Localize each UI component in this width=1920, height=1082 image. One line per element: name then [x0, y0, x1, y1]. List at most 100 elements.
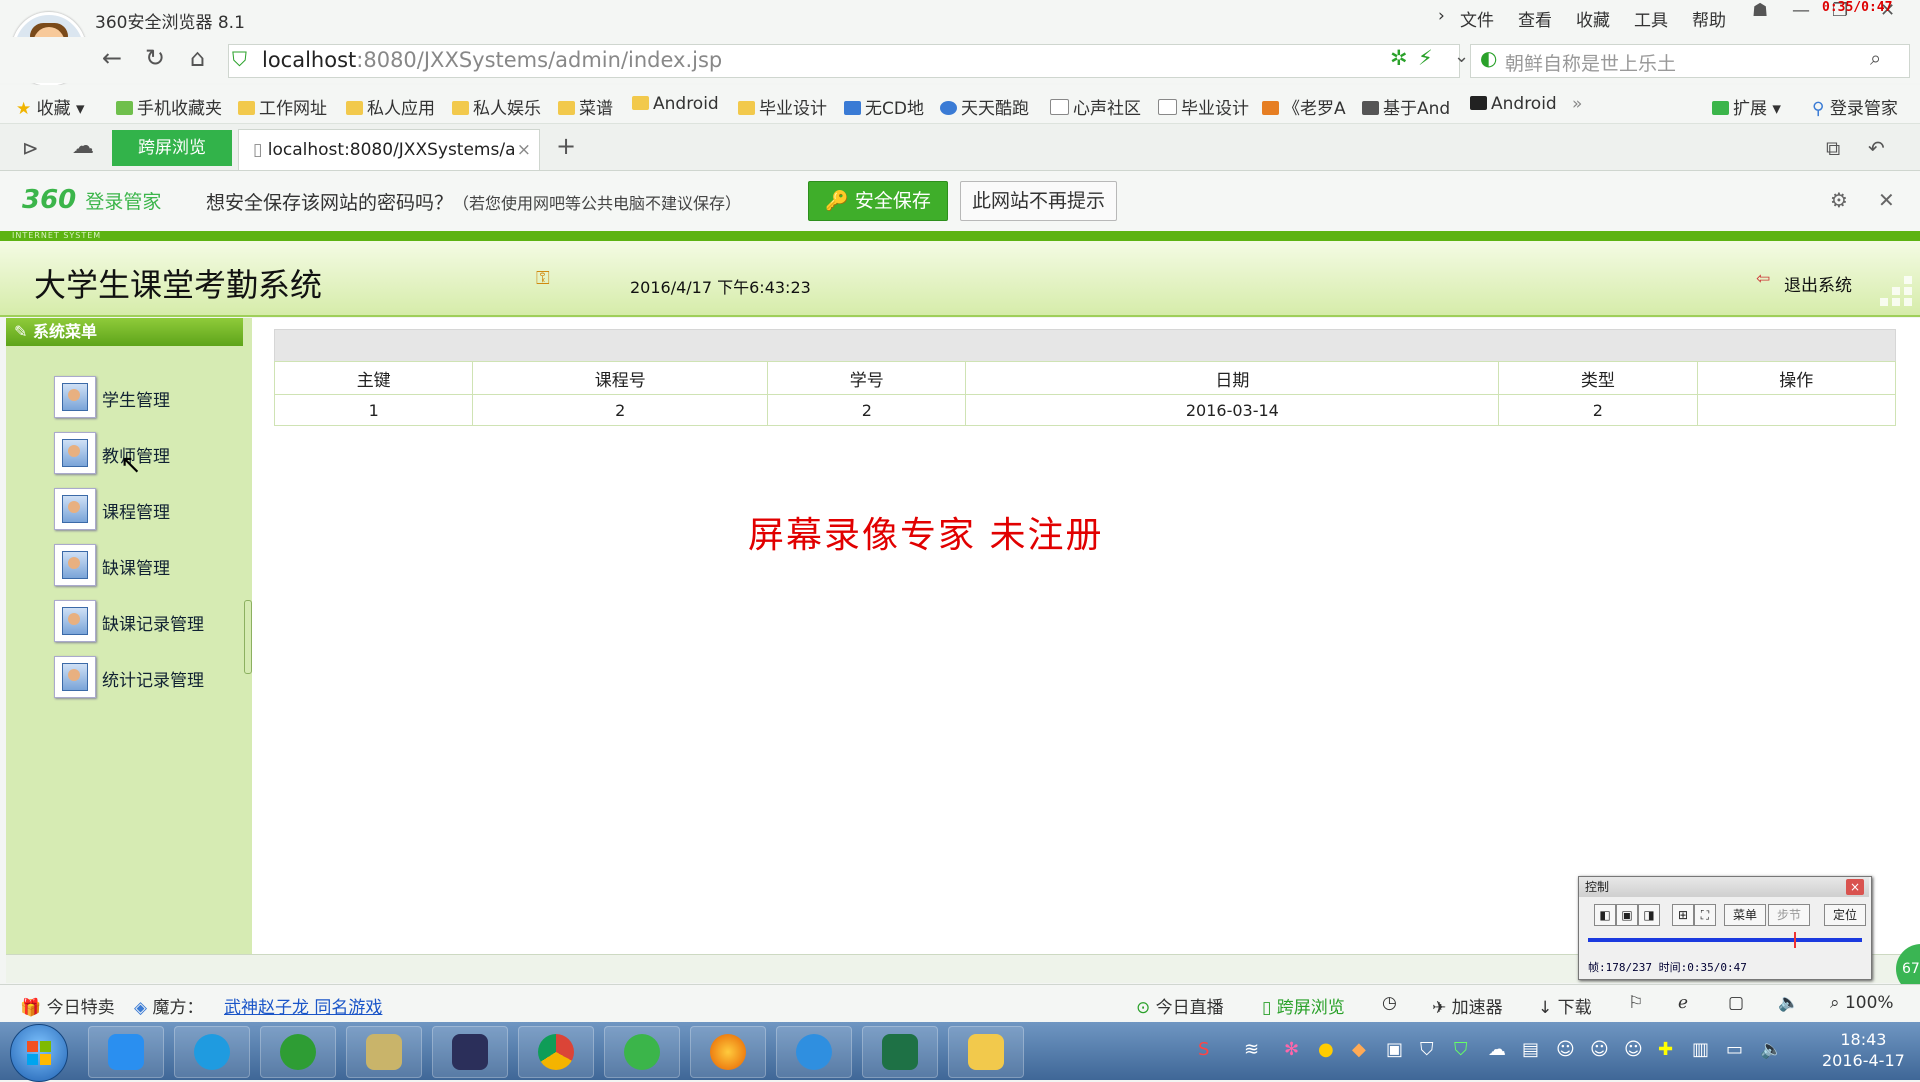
window-icon[interactable]: ▢ [1728, 993, 1744, 1013]
never-prompt-button[interactable]: 此网站不再提示 [960, 181, 1117, 221]
tray-360-icon[interactable]: ⛉ [1454, 1039, 1468, 1060]
tray-device-icon[interactable]: ▥ [1692, 1039, 1709, 1060]
progress-thumb[interactable] [1793, 932, 1796, 948]
wechat-icon[interactable]: ☁ [1488, 1039, 1506, 1060]
status-history-icon[interactable]: ◷ [1382, 993, 1397, 1013]
taskbar-chrome-app[interactable] [518, 1026, 594, 1078]
status-kuaping[interactable]: ▯ 跨屏浏览 [1262, 993, 1345, 1018]
rewind-button[interactable]: ◧ [1594, 904, 1616, 926]
wifi-icon[interactable]: ≋ [1244, 1039, 1259, 1060]
status-accelerator[interactable]: ✈ 加速器 [1432, 993, 1503, 1018]
bookmark-item[interactable]: 私人应用 [346, 94, 435, 119]
menu-button[interactable]: 菜单 [1724, 904, 1766, 926]
taskbar-eclipse-app[interactable] [432, 1026, 508, 1078]
qq-icon[interactable]: ☺ [1556, 1039, 1575, 1060]
menu-favorites[interactable]: 收藏 [1576, 6, 1610, 31]
chevron-down-icon[interactable]: ⌄ [1454, 46, 1469, 67]
close-tab-icon[interactable]: × [517, 130, 531, 170]
back-icon[interactable]: ← [102, 44, 122, 72]
sidebar-item-absence-record[interactable]: 缺课记录管理 [54, 600, 244, 644]
pause-button[interactable]: ▣ [1616, 904, 1638, 926]
search-engine-icon[interactable]: ◐ [1480, 46, 1497, 70]
taskbar-clock[interactable]: 18:43 2016-4-17 [1822, 1029, 1905, 1071]
bookmark-item[interactable]: 基于And [1362, 94, 1450, 119]
menu-help[interactable]: 帮助 [1692, 6, 1726, 31]
forward-button[interactable]: ◨ [1638, 904, 1660, 926]
url-text[interactable]: localhost:8080/JXXSystems/admin/index.js… [262, 48, 722, 72]
bookmark-item[interactable]: 私人娱乐 [452, 94, 541, 119]
taskbar-tools-app[interactable] [346, 1026, 422, 1078]
bookmark-item[interactable]: Android [1470, 94, 1557, 114]
tray-shield-icon[interactable]: ⛉ [1420, 1039, 1434, 1060]
new-tab-button[interactable]: + [556, 132, 576, 160]
close-bar-icon[interactable]: ✕ [1878, 188, 1895, 212]
bookmark-item[interactable]: 天天酷跑 [940, 94, 1029, 119]
extensions-button[interactable]: 扩展 ▾ [1712, 94, 1781, 119]
bookmark-favorites[interactable]: ★ 收藏 ▾ [16, 94, 85, 119]
bookmark-item[interactable]: 无CD地 [844, 94, 924, 119]
tray-app-icon[interactable]: ● [1318, 1039, 1334, 1060]
taskbar-excel-app[interactable] [862, 1026, 938, 1078]
bookmark-item[interactable]: Android [632, 94, 719, 114]
bookmark-item[interactable]: 手机收藏夹 [116, 94, 222, 119]
tab-active[interactable]: ▯ localhost:8080/JXXSystems/a × [238, 129, 540, 170]
tray-app-icon[interactable]: ▤ [1522, 1039, 1539, 1060]
bookmark-item[interactable]: 毕业设计 [1158, 94, 1249, 119]
flag-icon[interactable]: ⚐ [1628, 993, 1643, 1013]
fullscreen-button[interactable]: ⛶ [1694, 904, 1716, 926]
sidebar-item-absence[interactable]: 缺课管理 [54, 544, 244, 588]
status-deal[interactable]: 🎁 今日特卖 [20, 993, 115, 1018]
minimize-button[interactable]: — [1792, 0, 1810, 21]
tab-kuaping[interactable]: 跨屏浏览 [112, 130, 232, 166]
more-bookmarks-icon[interactable]: » [1572, 94, 1582, 114]
step-button[interactable]: 步节 [1768, 904, 1810, 926]
sidebar-item-student[interactable]: 学生管理 [54, 376, 244, 420]
sidebar-item-statistics[interactable]: 统计记录管理 [54, 656, 244, 700]
window-list-icon[interactable]: ⧉ [1826, 136, 1840, 160]
status-mofang[interactable]: ◈ 魔方： [134, 993, 203, 1018]
speed-icon[interactable]: ✲ [1390, 46, 1408, 70]
network-icon[interactable]: ▭ [1726, 1039, 1743, 1060]
tray-app-icon[interactable]: ◆ [1352, 1039, 1366, 1060]
close-icon[interactable]: × [1846, 879, 1864, 895]
sidebar-item-teacher[interactable]: 教师管理 [54, 432, 244, 476]
sidebar-item-course[interactable]: 课程管理 [54, 488, 244, 532]
status-zoom[interactable]: ⌕ 100% [1830, 993, 1894, 1013]
home-icon[interactable]: ⌂ [190, 44, 205, 72]
qq-icon[interactable]: ☺ [1590, 1039, 1609, 1060]
locate-button[interactable]: 定位 [1824, 904, 1866, 926]
safe-save-button[interactable]: 🔑 安全保存 [808, 181, 948, 221]
taskbar-explorer-app[interactable] [948, 1026, 1024, 1078]
taskbar-network-app[interactable] [174, 1026, 250, 1078]
gear-icon[interactable]: ⚙ [1830, 188, 1848, 212]
login-manager-button[interactable]: ⚲ 登录管家 [1812, 94, 1898, 119]
ie-mode-icon[interactable]: ℯ [1678, 993, 1688, 1013]
menu-view[interactable]: 查看 [1518, 6, 1552, 31]
logout-icon[interactable]: ⇦ [1756, 269, 1770, 289]
status-game-link[interactable]: 武神赵子龙 同名游戏 [224, 993, 382, 1018]
taskbar-cloud-app[interactable] [88, 1026, 164, 1078]
speaker-icon[interactable]: 🔈 [1760, 1039, 1782, 1060]
tray-plus-icon[interactable]: ✚ [1658, 1039, 1673, 1060]
taskbar-360-browser[interactable] [604, 1026, 680, 1078]
start-button[interactable] [10, 1024, 68, 1082]
sidebar-splitter[interactable] [244, 600, 252, 674]
chevron-right-icon[interactable]: › [1438, 6, 1445, 26]
tray-app-icon[interactable]: ▣ [1386, 1039, 1403, 1060]
progress-track[interactable] [1588, 938, 1862, 942]
table-cell-actions[interactable] [1696, 394, 1897, 426]
menu-file[interactable]: 文件 [1460, 6, 1494, 31]
status-download[interactable]: ↓ 下载 [1538, 993, 1592, 1018]
status-live[interactable]: ⊙ 今日直播 [1136, 993, 1224, 1018]
bookmark-item[interactable]: 毕业设计 [738, 94, 827, 119]
bookmark-item[interactable]: 《老罗A [1262, 94, 1346, 119]
bookmark-item[interactable]: 菜谱 [558, 94, 613, 119]
shield-icon[interactable]: ⛉ [232, 47, 247, 71]
skin-icon[interactable]: ☗ [1752, 0, 1768, 21]
logout-link[interactable]: 退出系统 [1784, 271, 1852, 296]
fit-button[interactable]: ⊞ [1672, 904, 1694, 926]
menu-tools[interactable]: 工具 [1634, 6, 1668, 31]
taskbar-firefox-app[interactable] [690, 1026, 766, 1078]
bookmark-item[interactable]: 工作网址 [238, 94, 327, 119]
refresh-icon[interactable]: ↻ [145, 44, 165, 72]
